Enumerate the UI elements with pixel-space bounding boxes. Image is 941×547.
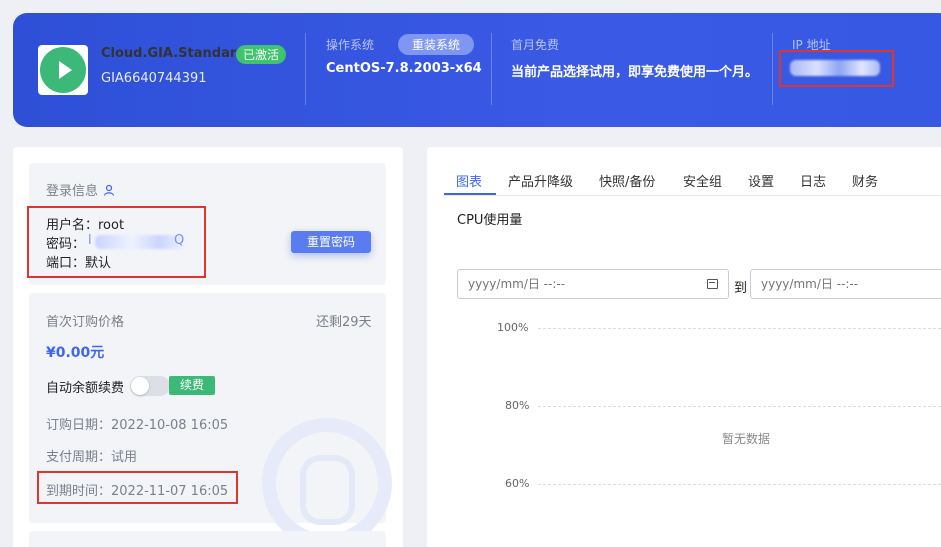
tab-finance[interactable]: 财务: [852, 171, 878, 190]
os-value: CentOS-7.8.2003-x64: [326, 61, 482, 76]
no-data-message: 暂无数据: [722, 432, 771, 446]
price-value: ¥0.00元: [46, 345, 105, 361]
promo-text: 当前产品选择试用，即享免费使用一个月。: [511, 65, 759, 80]
start-datetime-input[interactable]: [457, 269, 729, 299]
calendar-icon[interactable]: [707, 279, 718, 289]
play-icon: [40, 47, 86, 93]
user-icon: [103, 181, 115, 196]
status-badge: 已激活: [236, 45, 287, 64]
renew-button[interactable]: 续费: [169, 376, 215, 395]
auto-renew-label: 自动余额续费: [46, 381, 125, 396]
product-logo: [38, 45, 88, 95]
y-axis-tick: 100%: [497, 321, 529, 334]
tab-upgrade[interactable]: 产品升降级: [508, 171, 573, 190]
auto-renew-toggle[interactable]: [130, 376, 170, 396]
product-name: Cloud.GIA.Standard: [101, 46, 246, 61]
tab-bar-divider: [444, 195, 941, 196]
remaining-days: 还剩29天: [316, 315, 372, 330]
os-label: 操作系统: [326, 38, 375, 52]
login-info-title: 登录信息: [46, 184, 99, 199]
tab-security-group[interactable]: 安全组: [683, 171, 722, 190]
header-divider: [772, 33, 773, 105]
order-date: 订购日期：2022-10-08 16:05: [46, 418, 229, 433]
reset-password-button[interactable]: 重置密码: [291, 231, 371, 253]
coin-bag-watermark-icon: [300, 455, 355, 525]
promo-label: 首月免费: [511, 38, 560, 52]
highlight-box-ip: [779, 50, 894, 87]
y-axis-tick: 60%: [505, 477, 530, 490]
active-tab-indicator: [444, 193, 496, 195]
next-card: [29, 531, 386, 547]
grid-line: [538, 484, 941, 485]
chart-title: CPU使用量: [457, 213, 523, 228]
header-divider: [305, 33, 306, 105]
product-id: GIA6640744391: [101, 71, 207, 86]
tab-chart[interactable]: 图表: [456, 171, 482, 190]
tab-settings[interactable]: 设置: [748, 171, 774, 190]
first-price-label: 首次订购价格: [46, 315, 125, 330]
pay-cycle: 支付周期：试用: [46, 450, 138, 465]
highlight-box-expire: [37, 471, 238, 504]
end-datetime-input[interactable]: [750, 269, 941, 299]
highlight-box-login: [27, 206, 206, 278]
grid-line: [538, 328, 941, 329]
grid-line: [538, 406, 941, 407]
header-divider: [491, 33, 492, 105]
reinstall-os-button[interactable]: 重装系统: [398, 34, 475, 55]
y-axis-tick: 80%: [505, 399, 530, 412]
tab-snapshot-backup[interactable]: 快照/备份: [599, 171, 655, 190]
date-range-to-label: 到: [734, 281, 748, 296]
tab-logs[interactable]: 日志: [800, 171, 826, 190]
